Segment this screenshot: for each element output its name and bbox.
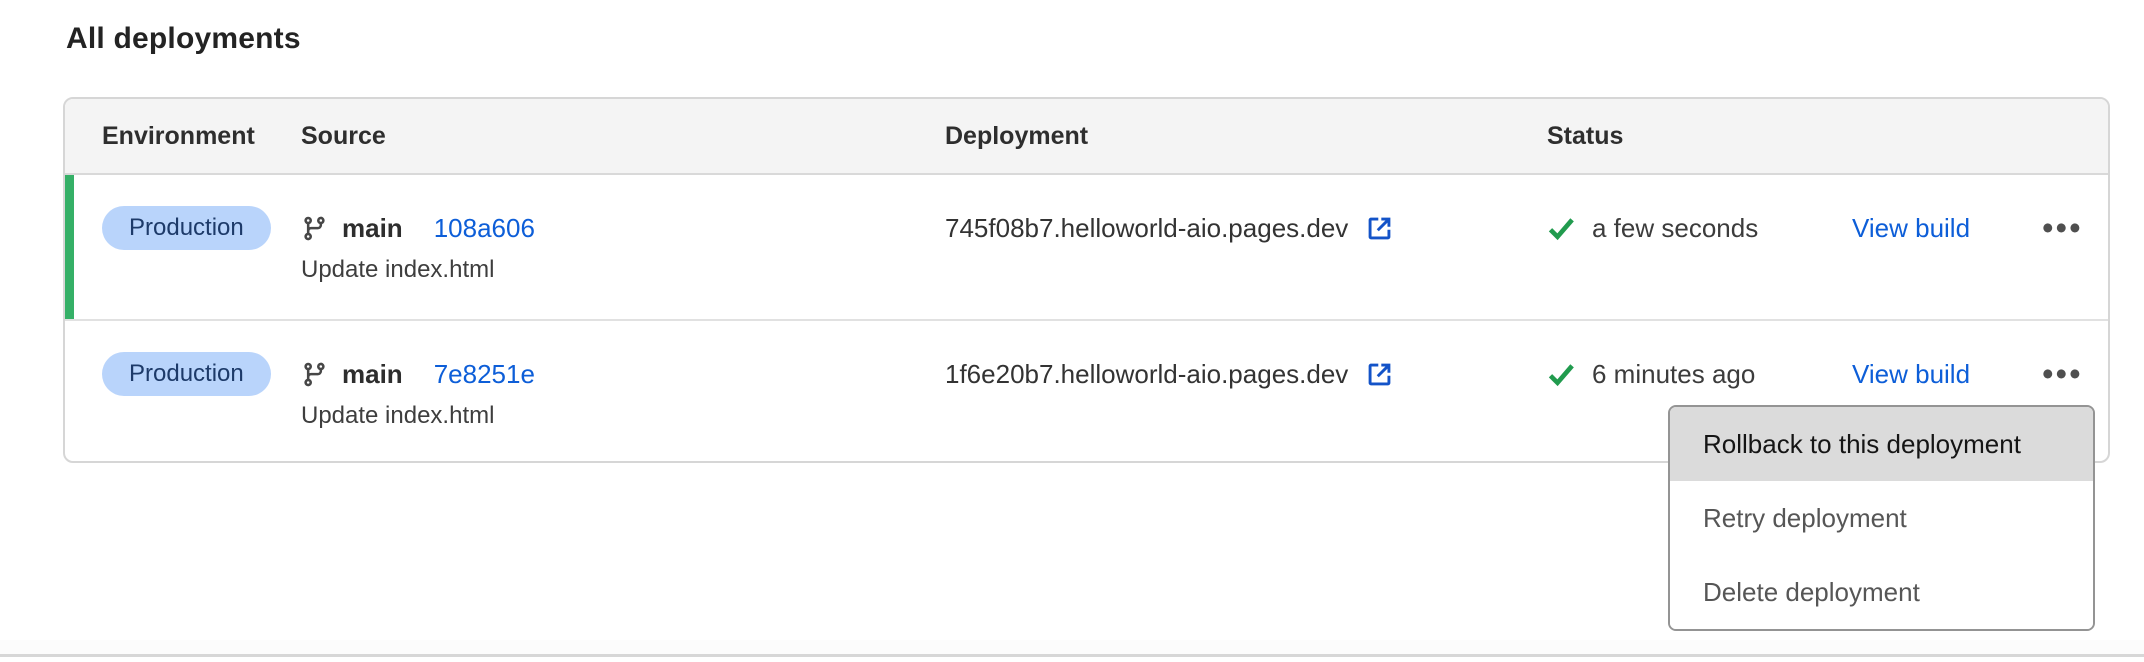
deployment-context-menu: Rollback to this deployment Retry deploy… [1668, 405, 2095, 631]
section-divider [0, 640, 2144, 657]
menu-item-delete[interactable]: Delete deployment [1670, 555, 2093, 629]
menu-item-retry[interactable]: Retry deployment [1670, 481, 2093, 555]
commit-message: Update index.html [301, 256, 945, 284]
overflow-menu-button[interactable]: ••• [2042, 218, 2083, 238]
commit-link[interactable]: 7e8251e [434, 359, 535, 390]
deployment-url[interactable]: 1f6e20b7.helloworld-aio.pages.dev [945, 359, 1348, 390]
column-header-source: Source [301, 122, 945, 151]
external-link-icon[interactable] [1365, 214, 1394, 243]
column-header-deployment: Deployment [945, 122, 1547, 151]
page-title: All deployments [66, 22, 301, 56]
table-row: Production main 108a606 Update index.htm… [65, 175, 2108, 321]
view-build-link[interactable]: View build [1852, 359, 1970, 390]
success-check-icon [1547, 214, 1575, 242]
status-time: a few seconds [1592, 213, 1758, 244]
column-header-status: Status [1547, 122, 2108, 151]
menu-item-rollback[interactable]: Rollback to this deployment [1670, 407, 2093, 481]
commit-link[interactable]: 108a606 [434, 213, 535, 244]
external-link-icon[interactable] [1365, 360, 1394, 389]
column-header-environment: Environment [65, 122, 301, 151]
deployment-url[interactable]: 745f08b7.helloworld-aio.pages.dev [945, 213, 1348, 244]
current-deployment-indicator-bar [65, 175, 74, 319]
table-header-row: Environment Source Deployment Status [65, 99, 2108, 175]
git-branch-icon [301, 361, 328, 388]
success-check-icon [1547, 360, 1575, 388]
commit-message: Update index.html [301, 402, 945, 430]
branch-name: main [342, 213, 403, 244]
environment-badge: Production [102, 206, 271, 250]
status-time: 6 minutes ago [1592, 359, 1755, 390]
view-build-link[interactable]: View build [1852, 213, 1970, 244]
branch-name: main [342, 359, 403, 390]
overflow-menu-button[interactable]: ••• [2042, 364, 2083, 384]
git-branch-icon [301, 215, 328, 242]
environment-badge: Production [102, 352, 271, 396]
